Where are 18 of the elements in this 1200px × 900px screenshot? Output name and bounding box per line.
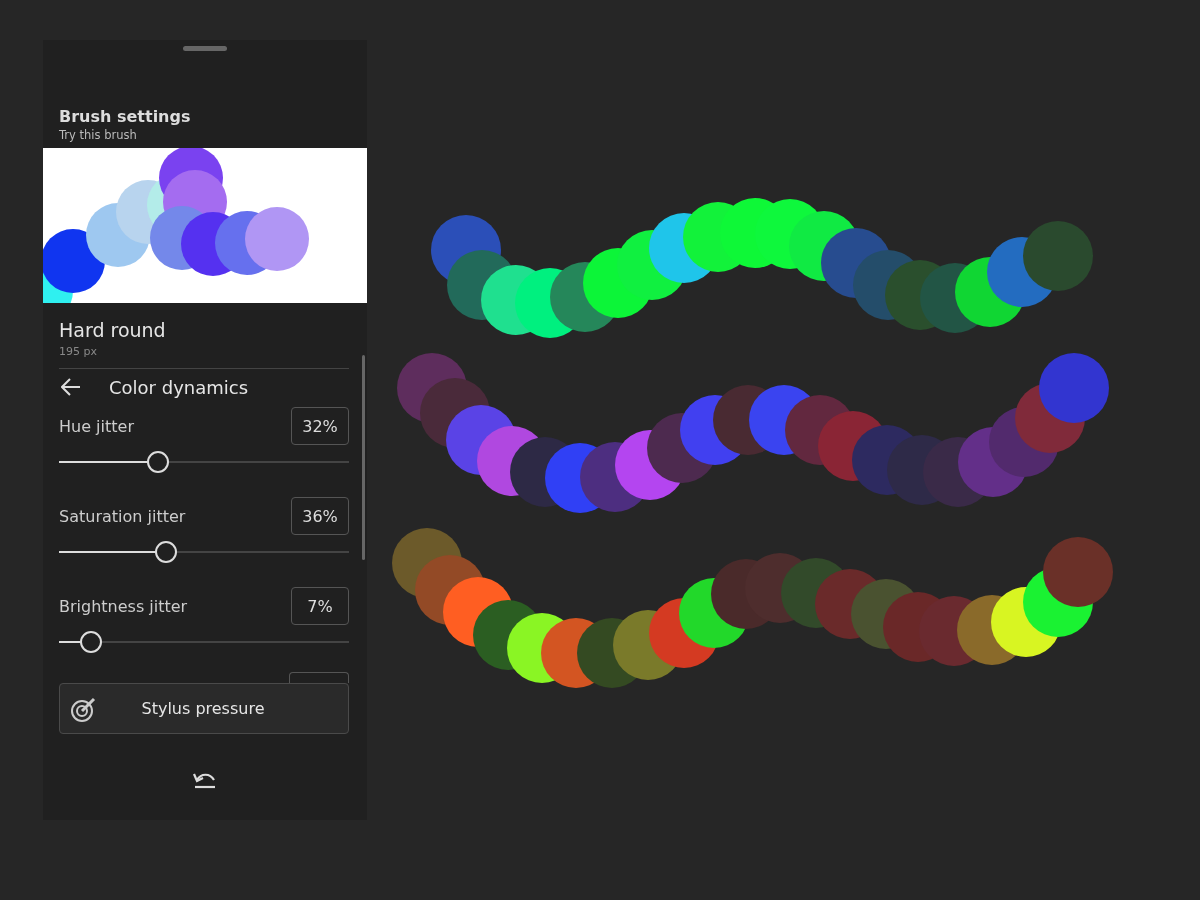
stylus-pressure-button[interactable]: Stylus pressure <box>59 683 349 734</box>
value-field[interactable]: 32% <box>291 407 349 445</box>
slider-thumb[interactable] <box>155 541 178 563</box>
panel-title: Brush settings <box>59 107 192 126</box>
brush-preview[interactable] <box>43 148 367 303</box>
back-arrow-icon <box>61 378 81 396</box>
panel-subtitle: Try this brush <box>59 128 138 142</box>
drag-handle[interactable] <box>183 46 227 51</box>
brush-name: Hard round <box>59 319 167 341</box>
value-field[interactable]: 7% <box>291 587 349 625</box>
slider-thumb[interactable] <box>146 451 169 473</box>
setting-label: Saturation jitter <box>59 506 186 526</box>
setting-label: Brightness jitter <box>59 596 188 616</box>
setting-label: Hue jitter <box>59 416 134 436</box>
value-field[interactable]: 36% <box>291 497 349 535</box>
brush-size: 195 px <box>59 345 98 358</box>
section-title: Color dynamics <box>109 376 249 398</box>
slider-thumb[interactable] <box>79 631 102 653</box>
